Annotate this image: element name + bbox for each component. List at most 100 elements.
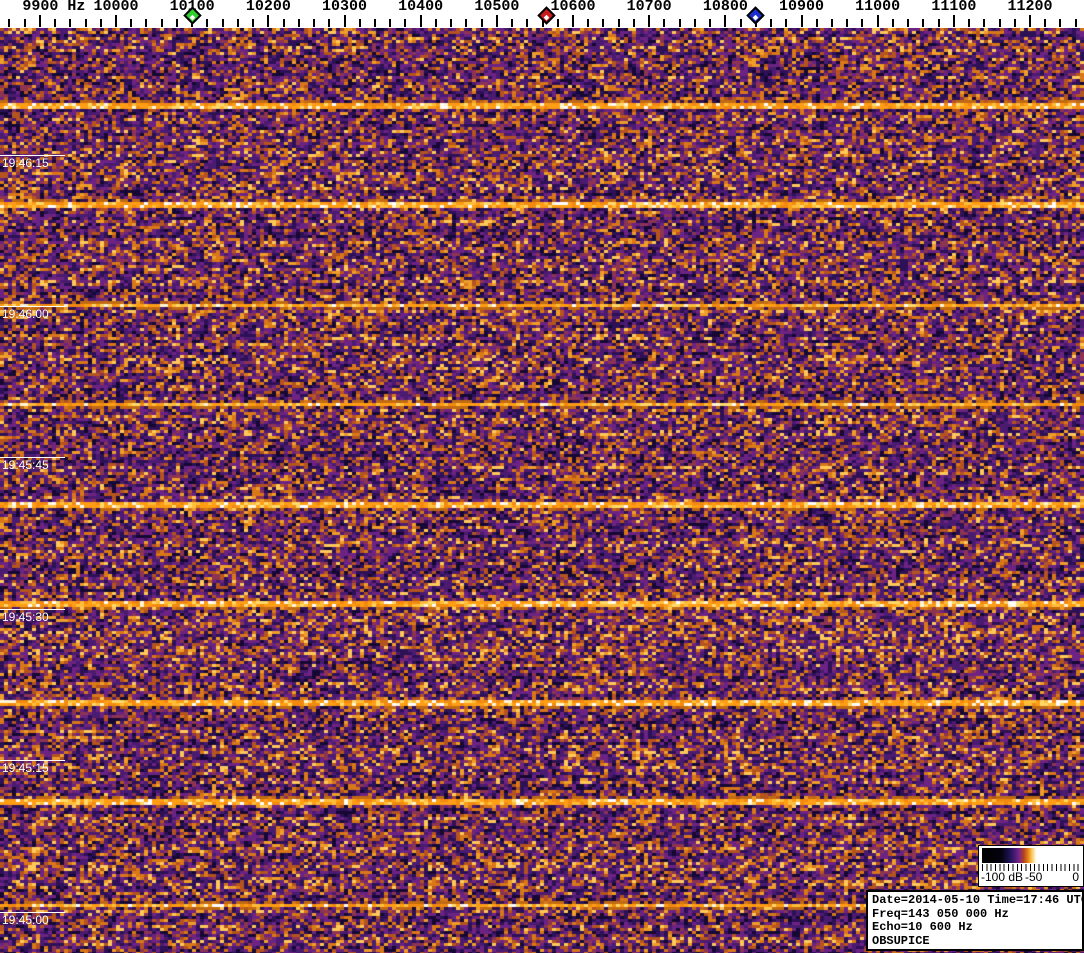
frequency-ruler[interactable]: 9900 Hz100001010010200103001040010500106… [0, 0, 1084, 28]
spectrogram-canvas[interactable] [0, 28, 1084, 953]
freq-tick [815, 19, 818, 27]
freq-tick [252, 19, 255, 27]
freq-label-11100: 11100 [931, 0, 977, 15]
freq-tick [556, 19, 559, 27]
freq-tick [328, 19, 331, 27]
freq-tick [785, 19, 788, 27]
freq-tick [587, 19, 590, 27]
freq-label-10500: 10500 [474, 0, 520, 15]
freq-label-10700: 10700 [626, 0, 672, 15]
freq-tick [648, 15, 651, 27]
freq-tick [861, 19, 864, 27]
waterfall-display[interactable]: 19:46:15 19:46:00 19:45:45 19:45:30 19:45:15… [0, 28, 1084, 953]
freq-label-10000: 10000 [93, 0, 139, 15]
time-label: 19:46:15 [2, 156, 49, 170]
freq-tick [175, 19, 178, 27]
info-frequency-line: Freq=143 050 000 Hz [872, 906, 1009, 921]
freq-tick [145, 19, 148, 27]
freq-tick [983, 19, 986, 27]
freq-tick [1029, 15, 1031, 27]
freq-label-11200: 11200 [1007, 0, 1053, 15]
freq-tick [709, 19, 712, 27]
freq-tick [572, 15, 574, 27]
info-station-line: OBSUPICE [872, 933, 930, 948]
freq-tick [23, 19, 26, 27]
freq-tick [922, 19, 925, 27]
freq-tick [358, 19, 361, 27]
color-gradient-bar [982, 848, 1081, 863]
freq-label-10900: 10900 [778, 0, 825, 15]
freq-tick [69, 19, 72, 27]
freq-label-9900: 9900 Hz [22, 0, 86, 15]
freq-tick [84, 19, 87, 27]
time-label: 19:45:00 [2, 913, 49, 927]
freq-tick [739, 19, 742, 27]
color-scale-legend: -100 dB -50 0 [978, 845, 1084, 887]
freq-tick [221, 19, 224, 27]
freq-tick [968, 19, 971, 27]
freq-tick [434, 19, 437, 27]
freq-tick [389, 19, 392, 27]
color-scale-label-max: 0 [1072, 870, 1079, 884]
freq-tick [236, 19, 239, 27]
freq-tick [693, 19, 696, 27]
color-scale-label-min: -100 dB [981, 870, 1024, 884]
freq-tick [130, 19, 133, 27]
freq-tick [373, 19, 376, 27]
freq-tick [876, 15, 879, 27]
freq-label-10800: 10800 [702, 0, 748, 15]
info-date-time-line: Date=2014-05-10 Time=17:46 UTC [872, 893, 1084, 907]
freq-tick [267, 15, 270, 27]
freq-tick [297, 19, 300, 27]
freq-tick [1044, 19, 1047, 27]
marker-center-dot [752, 14, 759, 21]
freq-tick [830, 19, 833, 27]
spectrogram-app: 9900 Hz100001010010200103001040010500106… [0, 0, 1084, 953]
freq-tick [770, 19, 773, 27]
time-label: 19:46:00 [2, 307, 49, 321]
freq-tick [8, 19, 11, 27]
freq-tick [937, 19, 940, 27]
marker-diamond-blue[interactable] [746, 6, 765, 25]
freq-tick [526, 19, 529, 27]
freq-tick [38, 15, 41, 27]
freq-tick [724, 15, 727, 27]
freq-tick [511, 19, 514, 27]
freq-tick [480, 19, 483, 27]
freq-label-10600: 10600 [550, 0, 596, 15]
freq-tick [99, 19, 102, 27]
freq-tick [800, 15, 803, 27]
freq-tick [663, 19, 666, 27]
freq-tick [404, 19, 407, 27]
freq-label-10200: 10200 [245, 0, 291, 15]
freq-tick [678, 19, 681, 27]
freq-tick [998, 19, 1001, 27]
freq-tick [891, 19, 894, 27]
time-label: 19:45:30 [2, 610, 49, 624]
freq-tick [54, 19, 57, 27]
freq-tick [632, 19, 635, 27]
freq-tick [465, 19, 468, 27]
freq-tick [343, 15, 346, 27]
freq-label-11000: 11000 [855, 0, 901, 15]
freq-tick [115, 15, 117, 27]
freq-tick [495, 15, 498, 27]
freq-tick [846, 19, 849, 27]
time-label: 19:45:15 [2, 761, 49, 775]
freq-tick [1013, 19, 1016, 27]
marker-center-dot [189, 14, 195, 21]
freq-tick [450, 19, 453, 27]
freq-label-10300: 10300 [321, 0, 368, 15]
freq-tick [952, 15, 955, 27]
marker-center-dot [543, 14, 550, 21]
freq-tick [617, 19, 620, 27]
color-scale-label-mid: -50 [1025, 870, 1043, 884]
freq-tick [1059, 19, 1062, 27]
freq-tick [313, 19, 316, 27]
freq-label-10400: 10400 [398, 0, 444, 15]
freq-tick [419, 15, 422, 27]
info-echo-line: Echo=10 600 Hz [872, 920, 973, 934]
freq-tick [907, 19, 910, 27]
info-box: Date=2014-05-10 Time=17:46 UTC Freq=143 … [866, 890, 1084, 951]
freq-tick [1074, 19, 1077, 27]
